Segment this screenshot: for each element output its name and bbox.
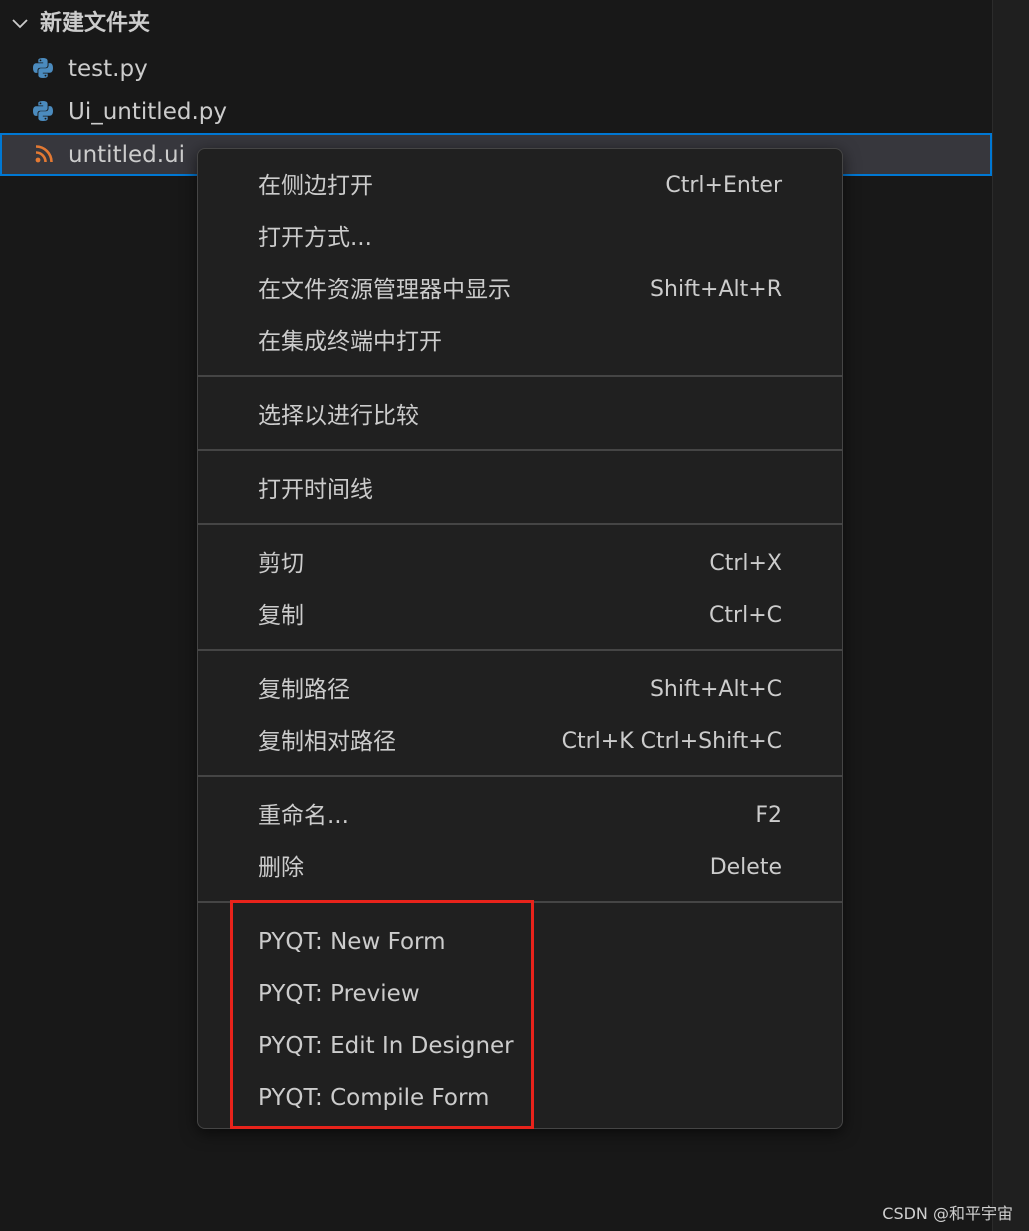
menu-item-open-with[interactable]: 打开方式... (198, 216, 842, 260)
menu-item-label: 复制相对路径 (258, 729, 396, 755)
chevron-down-icon (12, 19, 28, 29)
menu-item-open-in-terminal[interactable]: 在集成终端中打开 (198, 320, 842, 364)
menu-item-shortcut: Ctrl+K Ctrl+Shift+C (561, 729, 782, 754)
file-row-ui-untitled-py[interactable]: Ui_untitled.py (0, 90, 992, 134)
menu-item-shortcut: Ctrl+C (709, 603, 782, 628)
menu-item-open-timeline[interactable]: 打开时间线 (198, 468, 842, 512)
menu-item-shortcut: Shift+Alt+C (649, 677, 782, 702)
menu-item-shortcut: F2 (755, 803, 782, 828)
menu-item-label: 打开方式... (258, 225, 372, 251)
menu-item-label: 复制路径 (258, 677, 350, 703)
menu-item-reveal-in-explorer[interactable]: 在文件资源管理器中显示 Shift+Alt+R (198, 268, 842, 312)
menu-separator (198, 649, 842, 651)
menu-item-cut[interactable]: 剪切 Ctrl+X (198, 542, 842, 586)
menu-item-label: 复制 (258, 603, 304, 629)
menu-item-label: 在集成终端中打开 (258, 329, 442, 355)
menu-item-copy[interactable]: 复制 Ctrl+C (198, 594, 842, 638)
menu-item-label: 打开时间线 (258, 477, 373, 503)
annotation-highlight-box (230, 900, 534, 1129)
menu-item-label: 删除 (258, 855, 304, 881)
scrollbar-track[interactable] (992, 0, 1029, 1231)
file-row-test-py[interactable]: test.py (0, 47, 992, 91)
menu-item-label: 在文件资源管理器中显示 (258, 277, 511, 303)
watermark: CSDN @和平宇宙 (882, 1204, 1013, 1223)
menu-item-copy-relative-path[interactable]: 复制相对路径 Ctrl+K Ctrl+Shift+C (198, 720, 842, 764)
menu-item-select-for-compare[interactable]: 选择以进行比较 (198, 394, 842, 438)
menu-item-shortcut: Ctrl+X (709, 551, 782, 576)
menu-separator (198, 775, 842, 777)
menu-item-shortcut: Delete (709, 855, 782, 880)
menu-item-open-to-side[interactable]: 在侧边打开 Ctrl+Enter (198, 164, 842, 208)
menu-separator (198, 523, 842, 525)
menu-item-copy-path[interactable]: 复制路径 Shift+Alt+C (198, 668, 842, 712)
python-file-icon (33, 101, 53, 121)
menu-separator (198, 375, 842, 377)
menu-item-rename[interactable]: 重命名... F2 (198, 794, 842, 838)
menu-separator (198, 449, 842, 451)
file-name: Ui_untitled.py (68, 99, 227, 125)
folder-name: 新建文件夹 (40, 11, 151, 36)
file-name: untitled.ui (68, 142, 185, 168)
menu-item-shortcut: Ctrl+Enter (665, 173, 782, 198)
menu-item-label: 在侧边打开 (258, 173, 373, 199)
file-name: test.py (68, 56, 148, 82)
folder-row[interactable]: 新建文件夹 (0, 2, 992, 46)
menu-item-label: 选择以进行比较 (258, 403, 419, 429)
rss-file-icon (35, 145, 53, 163)
menu-item-shortcut: Shift+Alt+R (650, 277, 782, 302)
python-file-icon (33, 58, 53, 78)
menu-item-label: 重命名... (258, 803, 349, 829)
menu-item-delete[interactable]: 删除 Delete (198, 846, 842, 890)
menu-item-label: 剪切 (258, 551, 304, 577)
